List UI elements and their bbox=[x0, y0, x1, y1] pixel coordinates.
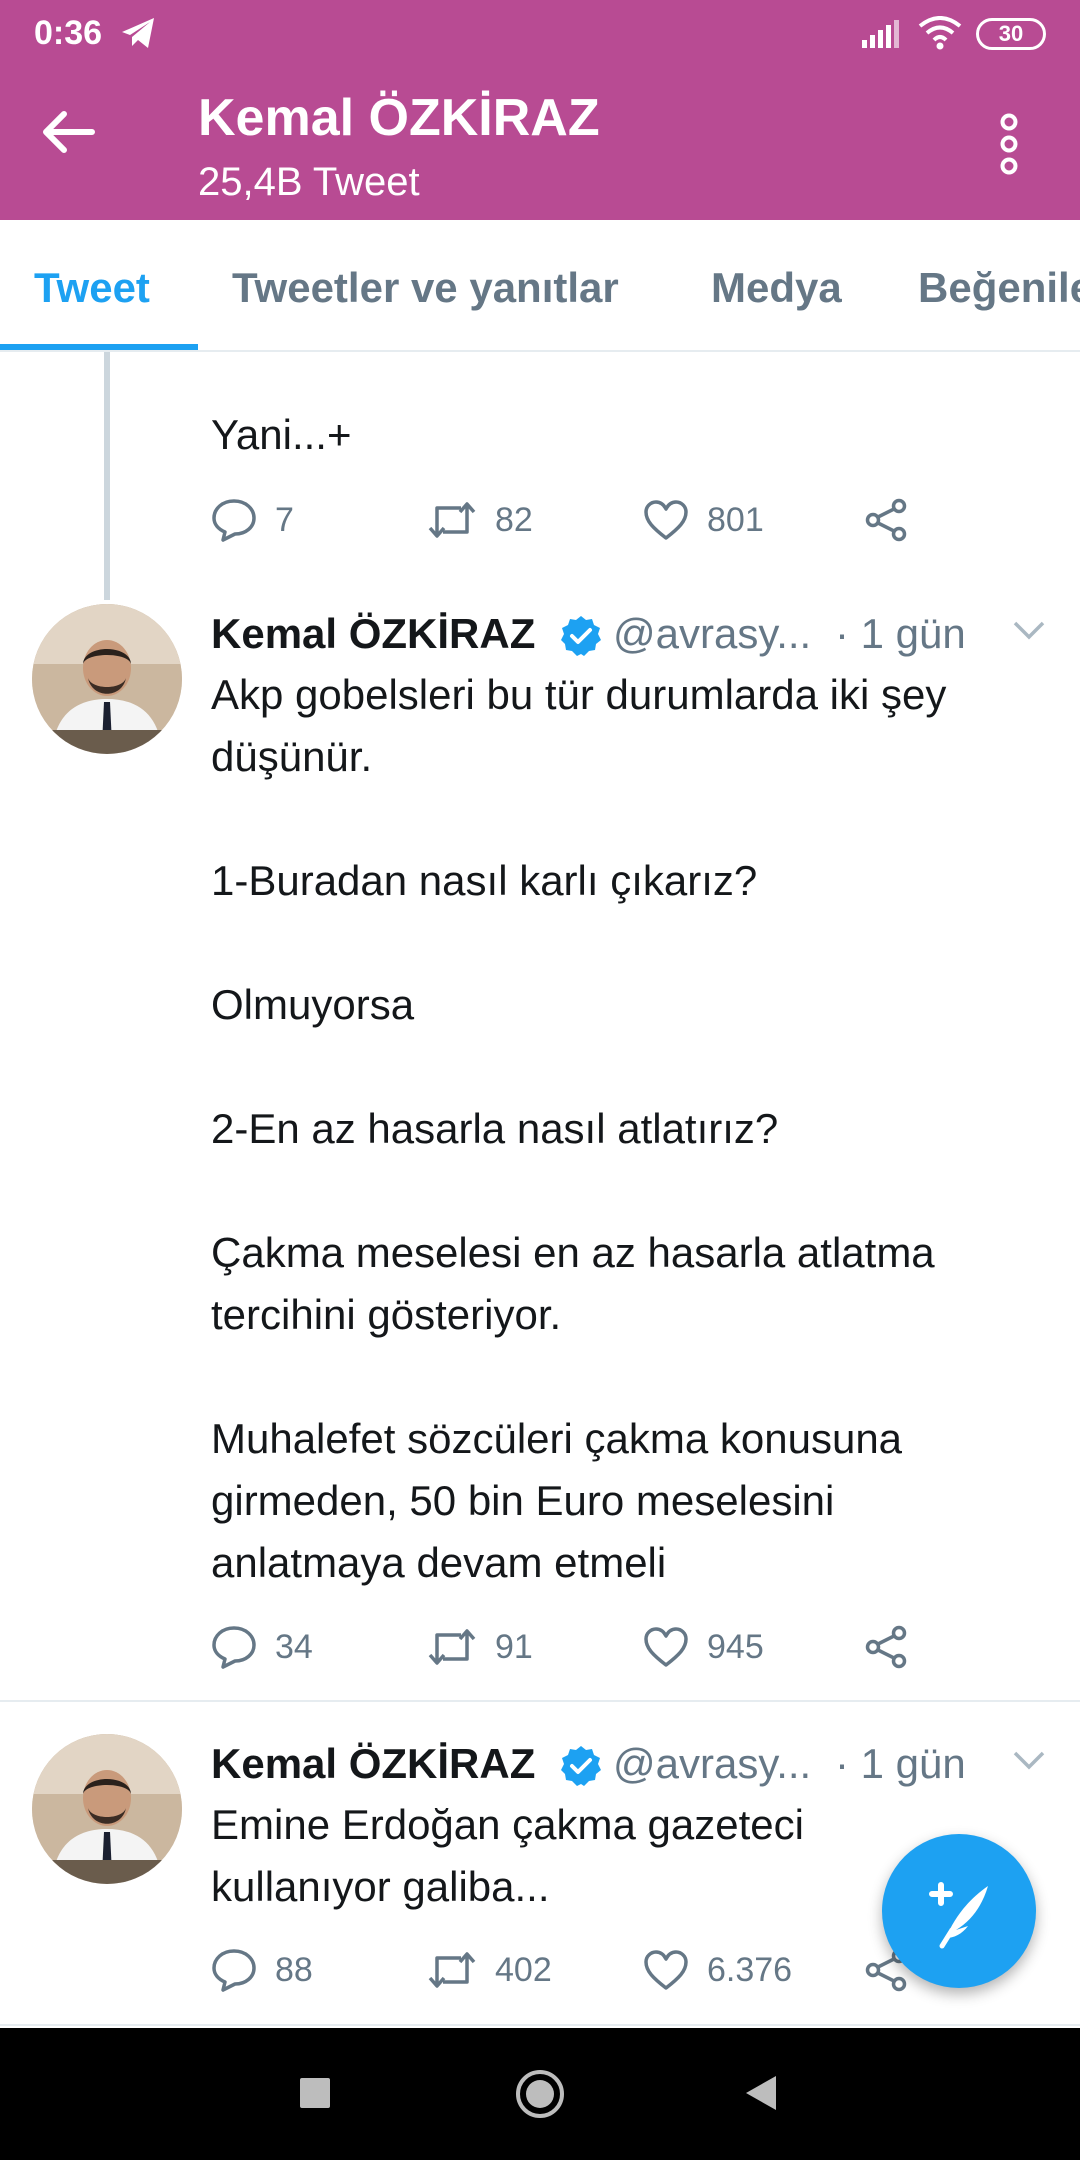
tweet-actions: 7 82 801 bbox=[211, 490, 911, 550]
tab-media[interactable]: Medya bbox=[711, 264, 842, 312]
reply-button[interactable]: 34 bbox=[211, 1617, 313, 1677]
back-button[interactable] bbox=[40, 110, 116, 174]
retweet-icon bbox=[428, 1952, 476, 1988]
tweet-time: · 1 gün bbox=[835, 1740, 966, 1787]
home-icon[interactable] bbox=[514, 2068, 566, 2120]
active-tab-indicator bbox=[0, 344, 198, 350]
app-header: 0:36 30 Kemal ÖZKİRAZ 25,4B Tweet bbox=[0, 0, 1080, 220]
avatar[interactable] bbox=[32, 1734, 182, 1884]
like-count: 945 bbox=[707, 1627, 764, 1666]
like-count: 6.376 bbox=[707, 1950, 793, 1989]
retweet-icon bbox=[428, 502, 476, 538]
divider bbox=[0, 2024, 1080, 2026]
verified-icon bbox=[561, 1746, 601, 1786]
retweet-button[interactable]: 91 bbox=[427, 1617, 533, 1677]
reply-count: 88 bbox=[275, 1950, 313, 1989]
tweet-actions: 88 402 6.376 bbox=[211, 1940, 911, 2000]
more-options-button[interactable] bbox=[994, 112, 1024, 176]
status-time: 0:36 bbox=[34, 14, 103, 52]
author-name: Kemal ÖZKİRAZ bbox=[211, 1740, 536, 1787]
retweet-count: 82 bbox=[495, 500, 533, 539]
like-icon bbox=[644, 1950, 688, 1990]
retweet-button[interactable]: 82 bbox=[427, 490, 533, 550]
retweet-count: 402 bbox=[495, 1950, 552, 1989]
tab-tweets-and-replies[interactable]: Tweetler ve yanıtlar bbox=[232, 264, 619, 312]
compose-tweet-icon bbox=[929, 1882, 988, 1949]
recents-icon[interactable] bbox=[298, 2076, 332, 2110]
battery-indicator: 30 bbox=[976, 18, 1046, 50]
share-button[interactable] bbox=[863, 1617, 909, 1677]
retweet-button[interactable]: 402 bbox=[427, 1940, 552, 2000]
share-button[interactable] bbox=[863, 490, 909, 550]
like-button[interactable]: 6.376 bbox=[643, 1940, 792, 2000]
verified-icon bbox=[561, 616, 601, 656]
tab-likes[interactable]: Beğenile bbox=[918, 264, 1080, 312]
like-button[interactable]: 801 bbox=[643, 490, 764, 550]
profile-title: Kemal ÖZKİRAZ bbox=[198, 89, 600, 147]
avatar[interactable] bbox=[32, 604, 182, 754]
back-nav-icon[interactable] bbox=[742, 2074, 778, 2112]
profile-tabs: Tweet Tweetler ve yanıtlar Medya Beğenil… bbox=[0, 220, 1080, 352]
chevron-down-icon[interactable] bbox=[1011, 618, 1047, 642]
back-arrow-icon bbox=[43, 111, 95, 153]
divider bbox=[0, 1700, 1080, 1702]
reply-count: 7 bbox=[275, 500, 294, 539]
retweet-icon bbox=[428, 1629, 476, 1665]
like-icon bbox=[644, 1627, 688, 1667]
chevron-down-icon[interactable] bbox=[1011, 1748, 1047, 1772]
like-button[interactable]: 945 bbox=[643, 1617, 764, 1677]
reply-button[interactable]: 7 bbox=[211, 490, 294, 550]
tweet-count: 25,4B Tweet bbox=[198, 160, 420, 204]
tweet-header: Kemal ÖZKİRAZ @avrasy... · 1 gün bbox=[211, 604, 1051, 666]
reply-button[interactable]: 88 bbox=[211, 1940, 313, 2000]
share-icon bbox=[865, 498, 907, 542]
tweet-actions: 34 91 945 bbox=[211, 1617, 911, 1677]
author-name: Kemal ÖZKİRAZ bbox=[211, 610, 536, 657]
reply-icon bbox=[212, 499, 256, 542]
wifi-icon bbox=[918, 16, 962, 55]
telegram-icon bbox=[120, 16, 156, 55]
author-handle: @avrasy... bbox=[613, 1740, 812, 1787]
system-navigation-bar bbox=[0, 2028, 1080, 2160]
thread-line bbox=[104, 352, 110, 600]
tweet-time: · 1 gün bbox=[835, 610, 966, 657]
status-bar: 0:36 30 bbox=[0, 0, 1080, 70]
like-count: 801 bbox=[707, 500, 764, 539]
tweet-text: Yani...+ bbox=[211, 411, 352, 458]
tweet-text: Akp gobelsleri bu tür durumlarda iki şey… bbox=[211, 671, 947, 1586]
retweet-count: 91 bbox=[495, 1627, 533, 1666]
signal-icon bbox=[862, 20, 906, 53]
more-vertical-icon bbox=[1000, 113, 1018, 175]
share-icon bbox=[865, 1625, 907, 1669]
reply-icon bbox=[212, 1626, 256, 1669]
reply-count: 34 bbox=[275, 1627, 313, 1666]
reply-icon bbox=[212, 1949, 256, 1992]
compose-tweet-button[interactable] bbox=[882, 1834, 1036, 1988]
like-icon bbox=[644, 500, 688, 540]
author-handle: @avrasy... bbox=[613, 610, 812, 657]
tab-tweet[interactable]: Tweet bbox=[34, 264, 150, 312]
tweet-header: Kemal ÖZKİRAZ @avrasy... · 1 gün bbox=[211, 1734, 1051, 1796]
